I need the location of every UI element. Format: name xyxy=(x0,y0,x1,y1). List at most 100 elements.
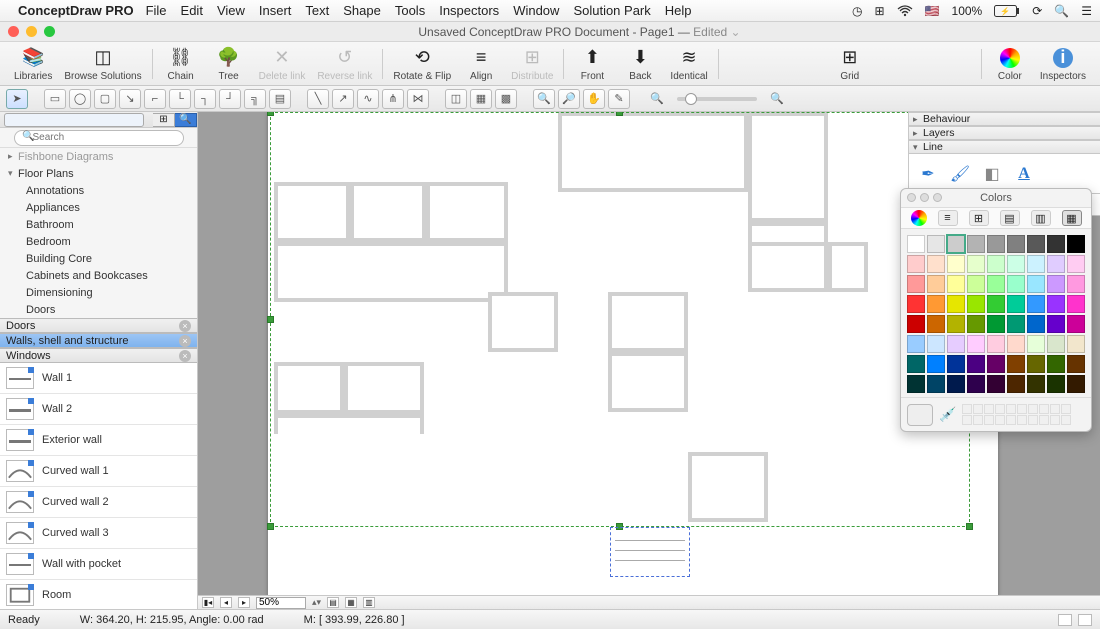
page-first-button[interactable]: ▮◂ xyxy=(202,597,214,608)
color-swatch[interactable] xyxy=(927,295,945,313)
color-swatch[interactable] xyxy=(1067,255,1085,273)
spotlight-icon[interactable]: 🔍 xyxy=(1054,4,1069,18)
color-swatch[interactable] xyxy=(967,315,985,333)
connector-tool-4[interactable]: ┐ xyxy=(194,89,216,109)
line-style-pen-icon[interactable]: ✒ xyxy=(917,163,939,185)
color-swatch[interactable] xyxy=(1007,335,1025,353)
color-swatch[interactable] xyxy=(947,275,965,293)
style-tool-3[interactable]: ▩ xyxy=(495,89,517,109)
shape-item[interactable]: Exterior wall xyxy=(0,425,197,456)
line-style-brush-icon[interactable]: 🖌 xyxy=(949,163,971,185)
menu-text[interactable]: Text xyxy=(305,3,329,18)
inspectors-button[interactable]: iInspectors xyxy=(1040,46,1086,82)
library-tab[interactable]: Windows× xyxy=(0,348,197,363)
ghost-shape[interactable] xyxy=(610,527,690,577)
polyline-tool[interactable]: ⋔ xyxy=(382,89,404,109)
color-swatch[interactable] xyxy=(1067,235,1085,253)
color-swatch[interactable] xyxy=(987,375,1005,393)
color-swatch[interactable] xyxy=(1027,315,1045,333)
rounded-rect-tool[interactable]: ▢ xyxy=(94,89,116,109)
app-name[interactable]: ConceptDraw PRO xyxy=(18,3,134,18)
grid-status-icon[interactable]: ⊞ xyxy=(875,4,885,18)
page-prev-button[interactable]: ◂ xyxy=(220,597,232,608)
color-swatch[interactable] xyxy=(1047,255,1065,273)
menu-insert[interactable]: Insert xyxy=(259,3,292,18)
shape-item[interactable]: Curved wall 2 xyxy=(0,487,197,518)
color-swatch[interactable] xyxy=(927,355,945,373)
eyedropper-icon[interactable]: 💉 xyxy=(939,406,956,423)
search-toggle-icon[interactable]: 🔍 xyxy=(175,113,197,127)
library-tab[interactable]: Doors× xyxy=(0,318,197,333)
color-swatch[interactable] xyxy=(947,355,965,373)
color-wheel-tab[interactable] xyxy=(911,210,927,226)
distribute-button[interactable]: ⊞Distribute xyxy=(511,46,553,82)
color-swatch[interactable] xyxy=(927,235,945,253)
color-swatch[interactable] xyxy=(1007,255,1025,273)
color-swatch[interactable] xyxy=(967,255,985,273)
color-swatch[interactable] xyxy=(967,275,985,293)
line-style-shadow-icon[interactable]: ◧ xyxy=(981,163,1003,185)
color-swatch[interactable] xyxy=(1007,235,1025,253)
library-filter-input[interactable] xyxy=(4,113,144,127)
zoom-field[interactable] xyxy=(256,597,306,609)
style-tool-2[interactable]: ▦ xyxy=(470,89,492,109)
list-icon[interactable]: ☰ xyxy=(1081,4,1092,18)
flag-icon[interactable]: 🇺🇸 xyxy=(925,4,940,18)
zoom-window-icon[interactable] xyxy=(44,26,55,37)
zoom-stepper-icon[interactable]: ▴▾ xyxy=(312,597,321,608)
connector-tool-1[interactable]: ↘ xyxy=(119,89,141,109)
shape-item[interactable]: Curved wall 1 xyxy=(0,456,197,487)
grid-button[interactable]: ⊞Grid xyxy=(832,46,868,82)
zoom-plus[interactable]: 🔍 xyxy=(766,89,788,109)
menu-window[interactable]: Window xyxy=(513,3,559,18)
tree-item[interactable]: Appliances xyxy=(0,199,197,216)
page-view-3[interactable]: ▥ xyxy=(363,597,375,608)
color-swatch[interactable] xyxy=(967,295,985,313)
shape-item[interactable]: Wall with pocket xyxy=(0,549,197,580)
color-swatch[interactable] xyxy=(1007,375,1025,393)
selection-rect[interactable] xyxy=(270,112,970,527)
color-swatch[interactable] xyxy=(1007,275,1025,293)
traffic-lights[interactable] xyxy=(8,26,55,37)
style-tool-1[interactable]: ◫ xyxy=(445,89,467,109)
page-view-1[interactable]: ▤ xyxy=(327,597,339,608)
color-swatch[interactable] xyxy=(967,355,985,373)
custom-swatches[interactable] xyxy=(962,404,1071,425)
menu-shape[interactable]: Shape xyxy=(343,3,381,18)
connector-tool-6[interactable]: ╗ xyxy=(244,89,266,109)
color-swatch[interactable] xyxy=(987,255,1005,273)
minimize-window-icon[interactable] xyxy=(26,26,37,37)
tree-item[interactable]: Dimensioning xyxy=(0,284,197,301)
color-swatch[interactable] xyxy=(1047,275,1065,293)
color-swatch[interactable] xyxy=(1067,355,1085,373)
tree-item[interactable]: Cabinets and Bookcases xyxy=(0,267,197,284)
color-swatch[interactable] xyxy=(927,315,945,333)
tree-button[interactable]: 🌳Tree xyxy=(211,46,247,82)
color-swatch[interactable] xyxy=(907,275,925,293)
page-view-2[interactable]: ▦ xyxy=(345,597,357,608)
color-swatch[interactable] xyxy=(907,235,925,253)
color-swatch[interactable] xyxy=(1067,275,1085,293)
color-swatch[interactable] xyxy=(947,315,965,333)
color-swatch[interactable] xyxy=(987,235,1005,253)
color-spectrum-tab[interactable]: ▤ xyxy=(1000,210,1020,226)
color-swatch[interactable] xyxy=(1027,275,1045,293)
color-swatch[interactable] xyxy=(907,355,925,373)
color-swatch[interactable] xyxy=(1007,355,1025,373)
library-search-input[interactable] xyxy=(14,130,184,146)
page-next-button[interactable]: ▸ xyxy=(238,597,250,608)
browse-solutions-button[interactable]: ◫Browse Solutions xyxy=(64,46,141,82)
color-swatch[interactable] xyxy=(967,335,985,353)
color-swatch[interactable] xyxy=(907,295,925,313)
zoom-in-tool[interactable]: 🔍 xyxy=(533,89,555,109)
arrow-tool[interactable]: ↗ xyxy=(332,89,354,109)
color-swatch[interactable] xyxy=(987,355,1005,373)
color-crayons-tab[interactable]: ▥ xyxy=(1031,210,1051,226)
back-button[interactable]: ⬇Back xyxy=(622,46,658,82)
status-icon-2[interactable] xyxy=(1078,614,1092,626)
color-swatch[interactable] xyxy=(987,315,1005,333)
menu-view[interactable]: View xyxy=(217,3,245,18)
color-swatch[interactable] xyxy=(907,255,925,273)
front-button[interactable]: ⬆Front xyxy=(574,46,610,82)
color-swatch[interactable] xyxy=(1007,295,1025,313)
